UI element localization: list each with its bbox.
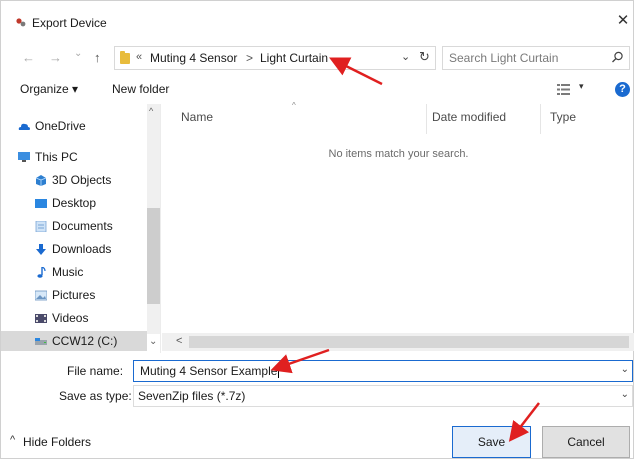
hide-folders-caret-icon[interactable]: ^ xyxy=(10,434,15,446)
file-name-text: Muting 4 Sensor Example xyxy=(140,364,278,378)
view-dropdown-icon[interactable]: ▾ xyxy=(579,81,584,92)
cloud-icon xyxy=(18,123,30,130)
sidebar-item-label: This PC xyxy=(35,150,78,164)
drive-icon xyxy=(35,338,47,345)
sidebar-item-desktop[interactable]: Desktop xyxy=(35,193,97,213)
folder-icon xyxy=(120,51,130,64)
horizontal-scrollbar[interactable]: < xyxy=(162,333,634,351)
sort-ascending-icon: ^ xyxy=(292,101,296,110)
file-list-pane: ^ Name Date modified Type No items match… xyxy=(162,101,634,353)
sidebar-item-label: Desktop xyxy=(52,196,97,210)
download-icon xyxy=(36,244,46,255)
column-divider[interactable] xyxy=(540,104,541,134)
sidebar-item-label: Pictures xyxy=(52,288,96,302)
search-placeholder: Search Light Curtain xyxy=(449,51,559,65)
file-name-label: File name: xyxy=(67,364,124,378)
sidebar-item-label: Music xyxy=(52,265,84,279)
sidebar-item-label: 3D Objects xyxy=(52,173,112,187)
music-icon xyxy=(37,267,46,278)
empty-folder-message: No items match your search. xyxy=(328,148,469,160)
refresh-icon[interactable]: ↻ xyxy=(419,49,430,65)
view-options-icon[interactable] xyxy=(557,84,570,95)
video-icon xyxy=(35,314,47,323)
column-divider[interactable] xyxy=(426,104,427,134)
save-button[interactable]: Save xyxy=(452,426,531,458)
save-as-type-select[interactable]: SevenZip files (*.7z) ⌄ xyxy=(133,385,633,407)
search-box[interactable]: Search Light Curtain xyxy=(442,46,630,70)
export-device-dialog: Export Device ✕ ← → ⌄ ↑ « Muting 4 Senso… xyxy=(0,0,634,459)
organize-menu[interactable]: Organize ▾ xyxy=(20,82,78,96)
sidebar-item-music[interactable]: Music xyxy=(37,262,84,282)
sidebar-item-this-pc[interactable]: This PC xyxy=(18,147,78,167)
cancel-button[interactable]: Cancel xyxy=(542,426,630,458)
pictures-icon xyxy=(35,290,47,301)
column-header-date-modified[interactable]: Date modified xyxy=(432,110,506,124)
new-folder-button[interactable]: New folder xyxy=(112,82,169,96)
file-name-value: Muting 4 Sensor Example xyxy=(140,364,280,379)
breadcrumb-muting-4-sensor[interactable]: Muting 4 Sensor xyxy=(150,51,237,65)
sidebar-item-videos[interactable]: Videos xyxy=(35,308,89,328)
sidebar-item-label: Downloads xyxy=(52,242,112,256)
sidebar-item-label: Documents xyxy=(52,219,113,233)
sidebar-item-documents[interactable]: Documents xyxy=(35,216,113,236)
sidebar-item-downloads[interactable]: Downloads xyxy=(36,239,112,259)
sidebar-scroll-up-icon[interactable]: ^ xyxy=(149,106,153,116)
sidebar-item-label: CCW12 (C:) xyxy=(52,334,118,348)
sidebar-scrollbar-thumb[interactable] xyxy=(147,208,160,304)
file-name-input[interactable]: Muting 4 Sensor Example ⌄ xyxy=(133,360,633,382)
help-icon[interactable]: ? xyxy=(615,82,630,97)
address-bar[interactable]: « Muting 4 Sensor > Light Curtain ⌄ ↻ xyxy=(114,46,436,70)
breadcrumb-overflow-icon[interactable]: « xyxy=(136,51,142,63)
address-dropdown-icon[interactable]: ⌄ xyxy=(401,50,410,63)
recent-locations-icon[interactable]: ⌄ xyxy=(74,48,82,59)
save-as-type-label: Save as type: xyxy=(59,389,132,403)
search-icon[interactable] xyxy=(611,51,624,64)
computer-icon xyxy=(18,152,30,162)
breadcrumb-separator-icon: > xyxy=(246,51,254,65)
save-as-type-value: SevenZip files (*.7z) xyxy=(138,389,246,403)
file-name-dropdown-icon[interactable]: ⌄ xyxy=(621,364,629,375)
scroll-left-icon[interactable]: < xyxy=(176,335,182,347)
close-button[interactable]: ✕ xyxy=(613,11,633,31)
column-header-name[interactable]: Name xyxy=(181,110,213,124)
up-arrow-icon[interactable]: ↑ xyxy=(94,50,101,65)
text-cursor xyxy=(278,365,280,379)
sidebar-item-onedrive[interactable]: OneDrive xyxy=(18,116,86,136)
app-icon xyxy=(16,18,26,27)
command-toolbar: Organize ▾ New folder ▾ ? xyxy=(1,77,634,103)
sidebar-scroll-down-icon[interactable]: ⌄ xyxy=(149,336,157,347)
sidebar-item-label: Videos xyxy=(52,311,89,325)
document-icon xyxy=(35,221,47,232)
navigation-pane: OneDrive This PC 3D Objects Desktop Docu… xyxy=(1,104,161,353)
sidebar-item-pictures[interactable]: Pictures xyxy=(35,285,96,305)
cube-icon xyxy=(35,175,47,186)
breadcrumb-light-curtain[interactable]: Light Curtain xyxy=(260,51,328,65)
forward-arrow-icon[interactable]: → xyxy=(49,50,62,65)
hide-folders-toggle[interactable]: Hide Folders xyxy=(23,435,91,449)
sidebar-item-label: OneDrive xyxy=(35,119,86,133)
sidebar-item-ccw12-drive[interactable]: CCW12 (C:) xyxy=(1,331,147,351)
desktop-icon xyxy=(35,199,47,208)
horizontal-scrollbar-thumb[interactable] xyxy=(189,336,629,348)
sidebar-item-3d-objects[interactable]: 3D Objects xyxy=(35,170,112,190)
window-title: Export Device xyxy=(32,16,107,30)
save-as-type-dropdown-icon[interactable]: ⌄ xyxy=(621,389,629,400)
navigation-bar: ← → ⌄ ↑ « Muting 4 Sensor > Light Curtai… xyxy=(1,41,634,75)
back-arrow-icon[interactable]: ← xyxy=(22,50,35,65)
column-header-type[interactable]: Type xyxy=(550,110,576,124)
title-bar: Export Device ✕ xyxy=(1,1,634,41)
